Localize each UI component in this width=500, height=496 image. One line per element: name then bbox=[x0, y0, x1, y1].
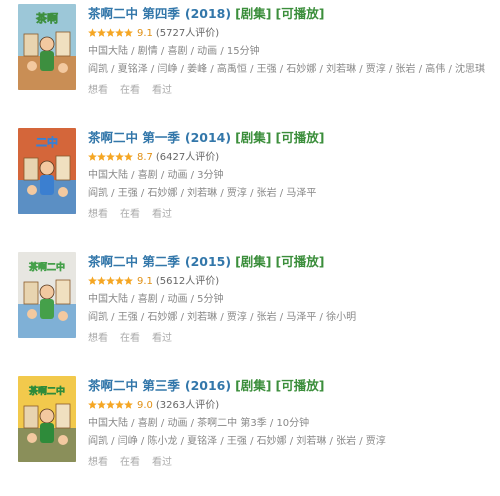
star-icon bbox=[124, 276, 133, 285]
poster-art: 茶啊二中 bbox=[18, 252, 76, 338]
star-icon bbox=[106, 28, 115, 37]
result-year: (2014) bbox=[184, 130, 232, 145]
type-tag: [剧集] bbox=[235, 378, 272, 393]
poster-logo-text: 二中 bbox=[36, 135, 58, 149]
result-meta: 中国大陆 / 喜剧 / 动画 / 3分钟 bbox=[88, 170, 224, 181]
want-to-watch-button[interactable]: 想看 bbox=[88, 333, 108, 344]
star-icon bbox=[124, 152, 133, 161]
star-icon bbox=[106, 400, 115, 409]
poster-logo-text: 茶啊 bbox=[35, 11, 58, 25]
result-meta: 中国大陆 / 剧情 / 喜剧 / 动画 / 15分钟 bbox=[88, 46, 260, 57]
result-title-link[interactable]: 茶啊二中 第四季 bbox=[88, 6, 180, 21]
search-results-list: 茶啊 茶啊二中 第四季 (2018) [剧集] [可播放] 9.1 (5727人评价) … bbox=[0, 0, 500, 487]
result-item: 二中 茶啊二中 第一季 (2014) [剧集] [可播放] 8.7 (6427人评价) … bbox=[0, 128, 500, 248]
star-icon bbox=[97, 152, 106, 161]
playable-tag[interactable]: [可播放] bbox=[276, 6, 325, 21]
poster-thumbnail[interactable]: 茶啊二中 bbox=[18, 252, 76, 338]
star-icon bbox=[124, 400, 133, 409]
result-item: 茶啊 茶啊二中 第四季 (2018) [剧集] [可播放] 9.1 (5727人评价) … bbox=[0, 4, 500, 124]
result-meta: 中国大陆 / 喜剧 / 动画 / 5分钟 bbox=[88, 294, 224, 305]
poster-art: 二中 bbox=[18, 128, 76, 214]
type-tag: [剧集] bbox=[235, 6, 272, 21]
result-title-link[interactable]: 茶啊二中 第二季 bbox=[88, 254, 180, 269]
star-icon bbox=[106, 152, 115, 161]
result-cast: 阎凯 / 王强 / 石妙娜 / 刘若琳 / 贾淳 / 张岩 / 马泽平 / 徐小… bbox=[88, 312, 357, 323]
poster-thumbnail[interactable]: 茶啊二中 bbox=[18, 376, 76, 462]
result-item: 茶啊二中 茶啊二中 第三季 (2016) [剧集] [可播放] 9.0 (3263人评价… bbox=[0, 376, 500, 496]
watched-button[interactable]: 看过 bbox=[152, 333, 172, 344]
result-title-link[interactable]: 茶啊二中 第一季 bbox=[88, 130, 180, 145]
star-icon bbox=[115, 28, 124, 37]
star-icon bbox=[97, 276, 106, 285]
poster-art: 茶啊 bbox=[18, 4, 76, 90]
watching-button[interactable]: 在看 bbox=[120, 85, 140, 96]
poster-logo-text: 茶啊二中 bbox=[28, 385, 65, 397]
poster-thumbnail[interactable]: 茶啊 bbox=[18, 4, 76, 90]
star-rating-icon bbox=[88, 152, 133, 161]
star-icon bbox=[88, 400, 97, 409]
watching-button[interactable]: 在看 bbox=[120, 457, 140, 468]
result-year: (2015) bbox=[184, 254, 232, 269]
star-icon bbox=[124, 28, 133, 37]
result-cast: 阎凯 / 王强 / 石妙娜 / 刘若琳 / 贾淳 / 张岩 / 马泽平 bbox=[88, 188, 317, 199]
poster-art: 茶啊二中 bbox=[18, 376, 76, 462]
star-icon bbox=[115, 400, 124, 409]
star-icon bbox=[97, 400, 106, 409]
want-to-watch-button[interactable]: 想看 bbox=[88, 209, 108, 220]
star-rating-icon bbox=[88, 276, 133, 285]
type-tag: [剧集] bbox=[235, 130, 272, 145]
star-icon bbox=[88, 276, 97, 285]
result-cast: 阎凯 / 闫峥 / 陈小龙 / 夏铭泽 / 王强 / 石妙娜 / 刘若琳 / 张… bbox=[88, 436, 386, 447]
watched-button[interactable]: 看过 bbox=[152, 85, 172, 96]
rating-score: 9.0 bbox=[137, 400, 153, 411]
star-icon bbox=[88, 152, 97, 161]
star-icon bbox=[115, 276, 124, 285]
result-item: 茶啊二中 茶啊二中 第二季 (2015) [剧集] [可播放] 9.1 (5612人评价… bbox=[0, 252, 500, 372]
rating-count-link[interactable]: (5612人评价) bbox=[156, 276, 219, 287]
star-rating-icon bbox=[88, 400, 133, 409]
want-to-watch-button[interactable]: 想看 bbox=[88, 457, 108, 468]
playable-tag[interactable]: [可播放] bbox=[276, 254, 325, 269]
type-tag: [剧集] bbox=[235, 254, 272, 269]
poster-logo-text: 茶啊二中 bbox=[28, 261, 65, 273]
rating-score: 9.1 bbox=[137, 28, 153, 39]
result-cast: 阎凯 / 夏铭泽 / 闫峥 / 姜峰 / 高禹恒 / 王强 / 石妙娜 / 刘若… bbox=[88, 64, 485, 75]
rating-count-link[interactable]: (5727人评价) bbox=[156, 28, 219, 39]
rating-count-link[interactable]: (6427人评价) bbox=[156, 152, 219, 163]
result-meta: 中国大陆 / 喜剧 / 动画 / 茶啊二中 第3季 / 10分钟 bbox=[88, 418, 310, 429]
want-to-watch-button[interactable]: 想看 bbox=[88, 85, 108, 96]
star-icon bbox=[115, 152, 124, 161]
rating-count-link[interactable]: (3263人评价) bbox=[156, 400, 219, 411]
playable-tag[interactable]: [可播放] bbox=[276, 130, 325, 145]
result-year: (2016) bbox=[184, 378, 232, 393]
watching-button[interactable]: 在看 bbox=[120, 333, 140, 344]
watching-button[interactable]: 在看 bbox=[120, 209, 140, 220]
result-title-link[interactable]: 茶啊二中 第三季 bbox=[88, 378, 180, 393]
watched-button[interactable]: 看过 bbox=[152, 457, 172, 468]
rating-score: 8.7 bbox=[137, 152, 153, 163]
playable-tag[interactable]: [可播放] bbox=[276, 378, 325, 393]
result-year: (2018) bbox=[184, 6, 232, 21]
poster-thumbnail[interactable]: 二中 bbox=[18, 128, 76, 214]
star-icon bbox=[88, 28, 97, 37]
watched-button[interactable]: 看过 bbox=[152, 209, 172, 220]
star-icon bbox=[97, 28, 106, 37]
star-icon bbox=[106, 276, 115, 285]
star-rating-icon bbox=[88, 28, 133, 37]
rating-score: 9.1 bbox=[137, 276, 153, 287]
